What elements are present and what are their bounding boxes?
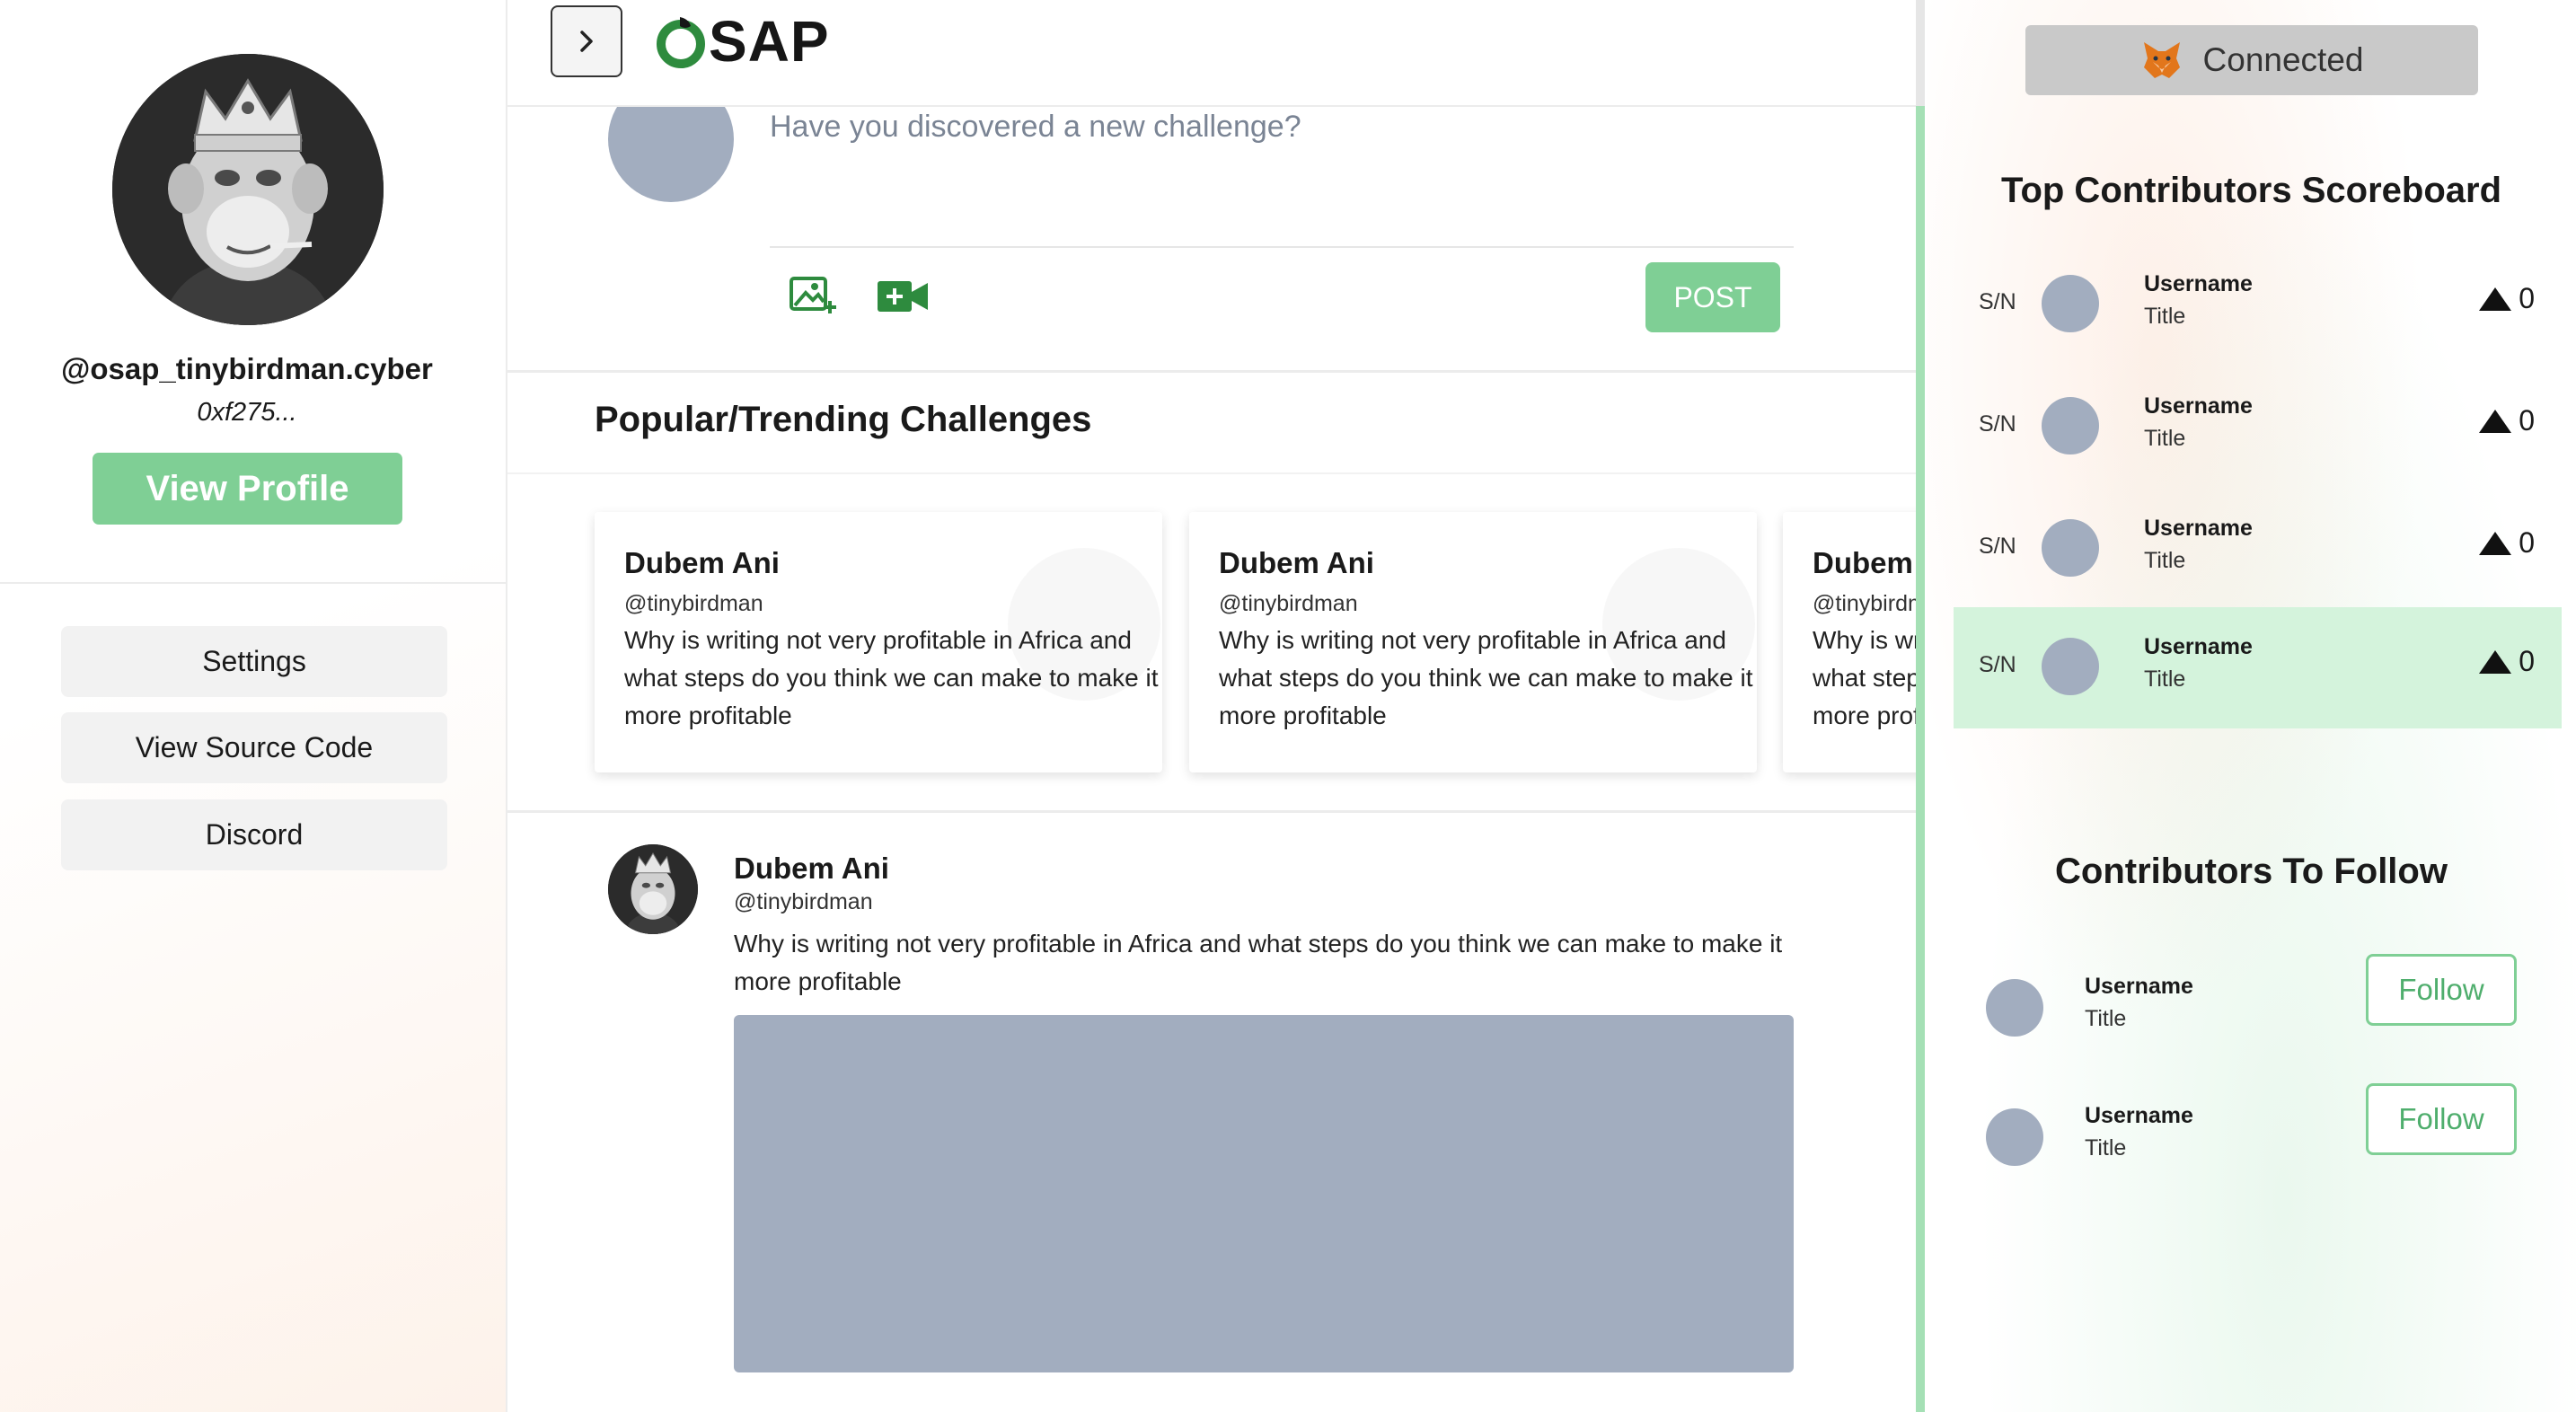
- username: Username: [2144, 393, 2253, 419]
- card-author-handle: @tinybirdman: [1813, 591, 1916, 616]
- card-author-name: Dubem Ani: [624, 546, 780, 579]
- chevron-right-icon: [580, 31, 593, 52]
- user-title: Title: [2144, 548, 2186, 573]
- username: Username: [2085, 1103, 2193, 1128]
- username: Username: [2144, 516, 2253, 541]
- sidebar-toggle-button[interactable]: [551, 5, 622, 77]
- username: Username: [2144, 634, 2253, 659]
- feed-author-avatar[interactable]: [608, 844, 698, 934]
- username: Username: [2144, 271, 2253, 296]
- add-image-icon[interactable]: [786, 269, 840, 323]
- feed-author-handle: @tinybirdman: [734, 889, 873, 914]
- ape-avatar-icon: [112, 54, 384, 325]
- scoreboard-row[interactable]: S/N Username Title 0: [1954, 489, 2562, 610]
- score-value: 0: [2519, 404, 2535, 437]
- left-sidebar: @osap_tinybirdman.cyber 0xf275... View P…: [0, 0, 507, 1412]
- sidebar-divider: [0, 582, 506, 584]
- user-title: Title: [2085, 1006, 2127, 1031]
- fox-icon: [2143, 42, 2180, 78]
- connected-wallet-button[interactable]: Connected: [2025, 25, 2478, 95]
- discord-button[interactable]: Discord: [61, 799, 447, 870]
- card-author-name: Dubem Ani: [1219, 546, 1374, 579]
- card-author-handle: @tinybirdman: [624, 591, 763, 616]
- scoreboard-row-highlighted[interactable]: S/N Username Title 0: [1954, 607, 2562, 728]
- trending-title: Popular/Trending Challenges: [595, 400, 1092, 439]
- osap-logo[interactable]: SAP: [653, 7, 830, 75]
- feed-post-text: Why is writing not very profitable in Af…: [734, 930, 1783, 995]
- scoreboard-row[interactable]: S/N Username Title 0: [1954, 366, 2562, 488]
- feed-author-name: Dubem Ani: [734, 852, 889, 885]
- profile-avatar[interactable]: [112, 54, 384, 325]
- score: 0: [2477, 645, 2535, 678]
- score-value: 0: [2519, 282, 2535, 314]
- view-source-code-button[interactable]: View Source Code: [61, 712, 447, 783]
- user-title: Title: [2085, 1135, 2127, 1160]
- upvote-triangle-icon: [2479, 531, 2512, 555]
- score: 0: [2477, 526, 2535, 560]
- avatar: [2042, 519, 2099, 577]
- card-text: Why is writing not very profitable in Af…: [1813, 626, 1916, 729]
- connected-label: Connected: [2202, 41, 2364, 78]
- user-title: Title: [2144, 426, 2186, 451]
- avatar: [2042, 638, 2099, 695]
- add-video-icon[interactable]: [876, 269, 930, 323]
- settings-button[interactable]: Settings: [61, 626, 447, 697]
- post-button[interactable]: POST: [1645, 262, 1780, 332]
- composer-divider: [770, 246, 1794, 248]
- main-feed: POST SAP Popular/Trending Challenges Dub…: [507, 0, 1920, 1412]
- score-value: 0: [2519, 526, 2535, 559]
- follow-button[interactable]: Follow: [2366, 954, 2517, 1026]
- profile-handle: @osap_tinybirdman.cyber: [61, 352, 433, 385]
- section-divider: [507, 370, 1916, 373]
- trending-carousel[interactable]: Dubem Ani @tinybirdman Why is writing no…: [507, 485, 1916, 790]
- follow-button[interactable]: Follow: [2366, 1083, 2517, 1155]
- challenge-card[interactable]: Dubem Ani @tinybirdman Why is writing no…: [595, 512, 1162, 772]
- score-value: 0: [2519, 645, 2535, 677]
- right-sidebar: Connected Top Contributors Scoreboard S/…: [1927, 0, 2576, 1412]
- card-text: Why is writing not very profitable in Af…: [624, 626, 1159, 729]
- user-title: Title: [2144, 304, 2186, 329]
- ape-avatar-icon: [608, 844, 698, 934]
- feed-post-image[interactable]: [734, 1015, 1794, 1372]
- score: 0: [2477, 404, 2535, 437]
- main-scrollbar[interactable]: [1916, 0, 1925, 1412]
- username: Username: [2085, 974, 2193, 999]
- follow-section-title: Contributors To Follow: [2055, 852, 2448, 891]
- view-profile-button[interactable]: View Profile: [93, 453, 402, 525]
- challenge-card[interactable]: Dubem Ani @tinybirdman Why is writing no…: [1783, 512, 1916, 772]
- avatar: [1986, 1108, 2043, 1166]
- upvote-triangle-icon: [2479, 649, 2512, 674]
- scoreboard-row[interactable]: S/N Username Title 0: [1954, 244, 2562, 366]
- scoreboard-title: Top Contributors Scoreboard: [2000, 171, 2502, 210]
- main-scrollbar-track: [1916, 0, 1925, 106]
- serial-number: S/N: [1979, 289, 2016, 314]
- section-divider: [507, 810, 1916, 813]
- serial-number: S/N: [1979, 534, 2016, 559]
- card-author-name: Dubem Ani: [1813, 546, 1916, 579]
- user-title: Title: [2144, 666, 2186, 692]
- score: 0: [2477, 282, 2535, 315]
- upvote-triangle-icon: [2479, 287, 2512, 311]
- logo-text: SAP: [709, 9, 830, 74]
- avatar: [2042, 397, 2099, 454]
- contributor-row: Username Title Follow: [1954, 954, 2562, 1071]
- serial-number: S/N: [1979, 411, 2016, 437]
- contributor-row: Username Title Follow: [1954, 1083, 2562, 1200]
- upvote-triangle-icon: [2479, 409, 2512, 433]
- challenge-card[interactable]: Dubem Ani @tinybirdman Why is writing no…: [1189, 512, 1757, 772]
- card-author-handle: @tinybirdman: [1219, 591, 1358, 616]
- section-divider: [507, 472, 1916, 474]
- serial-number: S/N: [1979, 652, 2016, 677]
- avatar: [1986, 979, 2043, 1037]
- logo-globe-icon: [657, 17, 705, 68]
- top-bar: SAP: [507, 0, 1916, 107]
- avatar: [2042, 275, 2099, 332]
- wallet-address: 0xf275...: [197, 398, 297, 427]
- card-text: Why is writing not very profitable in Af…: [1219, 626, 1753, 729]
